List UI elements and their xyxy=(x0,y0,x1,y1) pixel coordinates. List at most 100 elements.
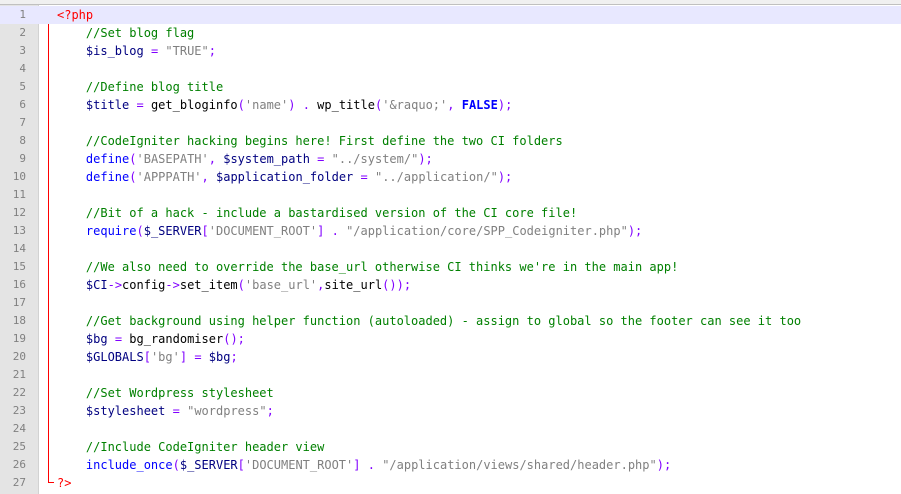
code-line[interactable]: 2 //Set blog flag xyxy=(0,24,901,42)
code-text[interactable]: //Include CodeIgniter header view xyxy=(57,438,324,456)
code-line[interactable]: 13 require($_SERVER['DOCUMENT_ROOT'] . "… xyxy=(0,222,901,240)
line-number: 21 xyxy=(12,368,26,381)
code-line[interactable]: 16 $CI->config->set_item('base_url',site… xyxy=(0,276,901,294)
comment-token: //Define blog title xyxy=(85,80,224,94)
operator-token: ( xyxy=(237,278,245,292)
code-line[interactable]: 10 define('APPPATH', $application_folder… xyxy=(0,168,901,186)
code-line[interactable]: 5 //Define blog title xyxy=(0,78,901,96)
code-line[interactable]: 17 xyxy=(0,294,901,312)
code-line[interactable]: 15 //We also need to override the base_u… xyxy=(0,258,901,276)
operator-token: ( xyxy=(172,458,180,472)
code-text[interactable]: define('APPPATH', $application_folder = … xyxy=(57,168,512,186)
code-text[interactable]: //CodeIgniter hacking begins here! First… xyxy=(57,132,563,150)
variable-token: $is_blog xyxy=(85,44,144,58)
code-text[interactable]: <?php xyxy=(57,6,93,24)
plain-token: get_bloginfo xyxy=(143,98,238,112)
code-text[interactable]: $CI->config->set_item('base_url',site_ur… xyxy=(57,276,411,294)
code-line[interactable]: 27 ?> xyxy=(0,474,901,492)
code-line[interactable]: 9 define('BASEPATH', $system_path = "../… xyxy=(0,150,901,168)
operator-token: ; xyxy=(230,350,238,364)
line-number: 12 xyxy=(12,206,26,219)
code-text[interactable]: //Get background using helper function (… xyxy=(57,312,801,330)
code-line[interactable]: 22 //Set Wordpress stylesheet xyxy=(0,384,901,402)
code-line[interactable]: 6 $title = get_bloginfo('name') . wp_tit… xyxy=(0,96,901,114)
code-line[interactable]: 25 //Include CodeIgniter header view xyxy=(0,438,901,456)
code-line[interactable]: 7 xyxy=(0,114,901,132)
variable-token: $application_folder xyxy=(216,170,354,184)
code-line[interactable]: 11 xyxy=(0,186,901,204)
plain-token: config xyxy=(122,278,166,292)
code-text[interactable]: $is_blog = "TRUE"; xyxy=(57,42,216,60)
code-line[interactable]: 4 xyxy=(0,60,901,78)
line-number: 9 xyxy=(19,152,26,165)
code-text[interactable]: include_once($_SERVER['DOCUMENT_ROOT'] .… xyxy=(57,456,671,474)
code-text[interactable]: //Set Wordpress stylesheet xyxy=(57,384,274,402)
code-text[interactable]: //Define blog title xyxy=(57,78,223,96)
string-token: "../system/" xyxy=(331,152,419,166)
code-line[interactable]: 8 //CodeIgniter hacking begins here! Fir… xyxy=(0,132,901,150)
line-number: 26 xyxy=(12,458,26,471)
code-text[interactable]: require($_SERVER['DOCUMENT_ROOT'] . "/ap… xyxy=(57,222,642,240)
comment-token: //CodeIgniter hacking begins here! First… xyxy=(85,134,563,148)
code-editor[interactable]: 1 <?php 2 //Set blog flag 3 $is_blog = "TRU… xyxy=(0,0,901,494)
operator-token: ); xyxy=(497,98,513,112)
operator-token: (); xyxy=(223,332,245,346)
string-token: 'DOCUMENT_ROOT' xyxy=(208,224,318,238)
string-token: '&raquo;' xyxy=(382,98,448,112)
code-line[interactable]: 18 //Get background using helper functio… xyxy=(0,312,901,330)
code-line[interactable]: 19 $bg = bg_randomiser(); xyxy=(0,330,901,348)
string-token: 'APPPATH' xyxy=(136,170,202,184)
line-number: 19 xyxy=(12,332,26,345)
operator-token: [ xyxy=(201,224,209,238)
comment-token: //Set blog flag xyxy=(85,26,195,40)
operator-token: -> xyxy=(165,278,180,292)
variable-token: $_SERVER xyxy=(179,458,238,472)
code-text[interactable]: $stylesheet = "wordpress"; xyxy=(57,402,274,420)
code-line[interactable]: 26 include_once($_SERVER['DOCUMENT_ROOT'… xyxy=(0,456,901,474)
code-text[interactable]: $title = get_bloginfo('name') . wp_title… xyxy=(57,96,512,114)
line-number: 23 xyxy=(12,404,26,417)
code-text[interactable]: $GLOBALS['bg'] = $bg; xyxy=(57,348,238,366)
line-number: 1 xyxy=(19,8,26,21)
keyword-token: define xyxy=(85,170,130,184)
operator-token: ] xyxy=(179,350,188,364)
code-line[interactable]: 20 $GLOBALS['bg'] = $bg; xyxy=(0,348,901,366)
code-lines[interactable]: 1 <?php 2 //Set blog flag 3 $is_blog = "TRU… xyxy=(0,6,901,492)
operator-token: ); xyxy=(418,152,433,166)
code-text[interactable]: $bg = bg_randomiser(); xyxy=(57,330,245,348)
code-line[interactable]: 14 xyxy=(0,240,901,258)
code-line[interactable]: 24 xyxy=(0,420,901,438)
code-line[interactable]: 1 <?php xyxy=(0,6,901,24)
code-text[interactable]: ?> xyxy=(57,474,71,492)
line-number: 18 xyxy=(12,314,26,327)
code-line[interactable]: 23 $stylesheet = "wordpress"; xyxy=(0,402,901,420)
code-line[interactable]: 3 $is_blog = "TRUE"; xyxy=(0,42,901,60)
operator-token: ); xyxy=(627,224,643,238)
code-text[interactable]: //We also need to override the base_url … xyxy=(57,258,678,276)
line-number: 17 xyxy=(12,296,26,309)
line-number: 20 xyxy=(12,350,26,363)
code-line[interactable]: 21 xyxy=(0,366,901,384)
code-text[interactable]: //Set blog flag xyxy=(57,24,194,42)
string-token: 'bg' xyxy=(150,350,180,364)
line-number: 25 xyxy=(12,440,26,453)
comment-token: //Include CodeIgniter header view xyxy=(85,440,325,454)
code-text[interactable]: //Bit of a hack - include a bastardised … xyxy=(57,204,577,222)
code-line[interactable]: 12 //Bit of a hack - include a bastardis… xyxy=(0,204,901,222)
code-text[interactable]: define('BASEPATH', $system_path = "../sy… xyxy=(57,150,433,168)
